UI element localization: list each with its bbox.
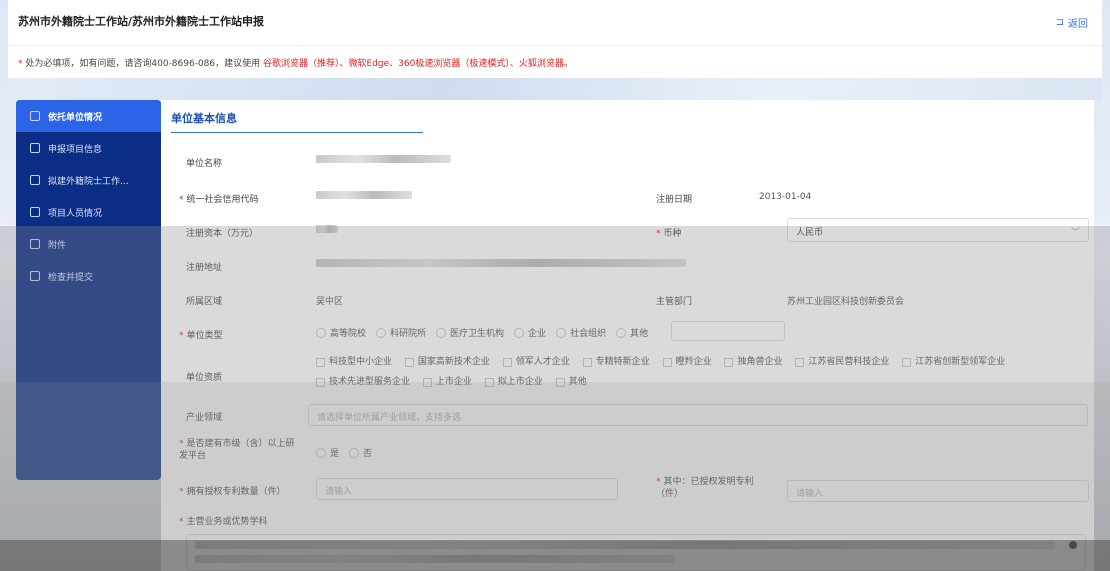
required-mark: * — [18, 59, 23, 69]
clear-icon[interactable] — [1069, 541, 1077, 549]
checkbox-tech-sme[interactable]: 科技型中小企业 — [316, 354, 392, 371]
document-icon — [30, 143, 40, 153]
invention-patent-input[interactable]: 请输入 — [787, 480, 1089, 502]
sidebar-item-project-info[interactable]: 申报项目信息 — [16, 132, 161, 164]
checkbox-high-tech[interactable]: 国家高新技术企业 — [404, 354, 490, 371]
chevron-down-icon: ﹀ — [1070, 228, 1080, 238]
qualification-checkbox-group: 科技型中小企业 国家高新技术企业 领军人才企业 专精特新企业 瞪羚企业 独角兽企… — [316, 354, 1076, 394]
browser-recommendation: 谷歌浏览器（推荐）、微软Edge、360极速浏览器（极速模式）、火狐浏览器。 — [263, 59, 573, 69]
sidebar-item-label: 项目人员情况 — [48, 208, 103, 219]
notice-text: 处为必填项，如有问题，请咨询400-8696-086，建议使用 — [25, 59, 261, 69]
checkbox-innovative-leader[interactable]: 江苏省创新型领军企业 — [902, 354, 1005, 371]
radio-university[interactable]: 高等院校 — [316, 326, 366, 339]
dept-label: 主管部门 — [656, 297, 693, 307]
checkbox-pre-listed[interactable]: 拟上市企业 — [484, 374, 543, 391]
radio-medical[interactable]: 医疗卫生机构 — [436, 326, 504, 339]
sidebar-item-workstation[interactable]: 拟建外籍院士工作... — [16, 164, 161, 196]
sidebar-item-label: 依托单位情况 — [48, 112, 103, 123]
checkbox-specialized[interactable]: 专精特新企业 — [582, 354, 650, 371]
building-icon — [30, 111, 40, 121]
credit-code-value — [316, 191, 412, 202]
section-divider — [171, 132, 423, 133]
checkbox-other[interactable]: 其他 — [555, 374, 587, 391]
region-value: 吴中区 — [316, 297, 344, 307]
dept-value: 苏州工业园区科技创新委员会 — [787, 297, 905, 307]
sidebar-item-personnel[interactable]: 项目人员情况 — [16, 196, 161, 228]
sidebar-item-submit[interactable]: 检查并提交 — [16, 260, 161, 292]
main-business-textarea[interactable] — [186, 534, 1086, 571]
unit-name-label: 单位名称 — [186, 159, 223, 169]
patent-count-placeholder: 请输入 — [325, 487, 353, 497]
checklist-icon — [30, 271, 40, 281]
main-business-label: * 主营业务或优势学科 — [179, 517, 268, 527]
reg-date-label: 注册日期 — [656, 195, 693, 205]
checkbox-listed[interactable]: 上市企业 — [422, 374, 472, 391]
radio-no[interactable]: 否 — [349, 446, 372, 459]
people-icon — [30, 175, 40, 185]
industry-select[interactable]: 请选择单位所属产业领域，支持多选 — [308, 404, 1088, 426]
back-button[interactable]: ⊐ 返回 — [1056, 15, 1088, 30]
sidebar-item-label: 检查并提交 — [48, 272, 94, 283]
form-panel: 单位基本信息 单位名称 * 统一社会信用代码 注册日期 2013-01-04 注册… — [161, 100, 1094, 571]
radio-enterprise[interactable]: 企业 — [514, 326, 546, 339]
qualification-label: 单位资质 — [186, 373, 223, 383]
back-label: 返回 — [1068, 19, 1088, 30]
patent-count-input[interactable]: 请输入 — [316, 478, 618, 500]
back-icon: ⊐ — [1055, 17, 1064, 28]
sidebar-item-label: 申报项目信息 — [48, 144, 103, 155]
invention-patent-label: * 其中：已授权发明专利（件） — [656, 477, 754, 499]
radio-research-institute[interactable]: 科研院所 — [376, 326, 426, 339]
sidebar-nav: 依托单位情况 申报项目信息 拟建外籍院士工作... 项目人员情况 附件 检查并提… — [16, 100, 161, 480]
currency-label: * 币种 — [656, 229, 682, 239]
radio-social-org[interactable]: 社会组织 — [556, 326, 606, 339]
checkbox-gazelle[interactable]: 瞪羚企业 — [662, 354, 712, 371]
sidebar-item-attachments[interactable]: 附件 — [16, 228, 161, 260]
paperclip-icon — [30, 239, 40, 249]
page-title: 苏州市外籍院士工作站/苏州市外籍院士工作站申报 — [18, 15, 265, 28]
currency-select[interactable]: 人民币 ﹀ — [787, 218, 1089, 242]
reg-address-label: 注册地址 — [186, 263, 223, 273]
credit-code-label: * 统一社会信用代码 — [179, 195, 259, 205]
currency-value: 人民币 — [796, 228, 824, 238]
unit-type-other-input[interactable] — [671, 321, 785, 341]
checkbox-unicorn[interactable]: 独角兽企业 — [724, 354, 782, 371]
invention-patent-placeholder: 请输入 — [796, 489, 824, 499]
rd-platform-label: * 是否建有市级（含）以上研发平台 — [179, 439, 295, 461]
industry-label: 产业领域 — [186, 413, 223, 423]
region-label: 所属区域 — [186, 297, 223, 307]
unit-type-label: * 单位类型 — [179, 331, 223, 341]
sidebar-item-unit-info[interactable]: 依托单位情况 — [16, 100, 161, 132]
reg-address-value — [316, 259, 686, 270]
sidebar-item-label: 附件 — [48, 240, 67, 251]
patent-count-label: * 拥有授权专利数量（件） — [179, 487, 286, 497]
sidebar-item-label: 拟建外籍院士工作... — [48, 176, 129, 187]
checkbox-advanced-service[interactable]: 技术先进型服务企业 — [316, 374, 410, 391]
section-title: 单位基本信息 — [171, 112, 237, 125]
rd-platform-radio-group: 是 否 — [316, 446, 372, 459]
page-header: 苏州市外籍院士工作站/苏州市外籍院士工作站申报 ⊐ 返回 — [8, 0, 1102, 46]
id-card-icon — [30, 207, 40, 217]
reg-date-value: 2013-01-04 — [759, 192, 812, 202]
unit-name-value — [316, 155, 451, 166]
checkbox-leading-talent[interactable]: 领军人才企业 — [502, 354, 570, 371]
unit-type-radio-group: 高等院校 科研院所 医疗卫生机构 企业 社会组织 其他 — [316, 326, 648, 339]
radio-other[interactable]: 其他 — [616, 326, 648, 339]
radio-yes[interactable]: 是 — [316, 446, 339, 459]
industry-placeholder: 请选择单位所属产业领域，支持多选 — [317, 413, 462, 423]
reg-capital-label: 注册资本（万元） — [186, 229, 259, 239]
reg-capital-value — [316, 225, 338, 236]
decorative-banner — [8, 78, 1102, 100]
page: 苏州市外籍院士工作站/苏州市外籍院士工作站申报 ⊐ 返回 * 处为必填项，如有问… — [8, 0, 1102, 571]
notice-bar: * 处为必填项，如有问题，请咨询400-8696-086，建议使用 谷歌浏览器（… — [8, 46, 1102, 78]
checkbox-private-tech[interactable]: 江苏省民营科技企业 — [795, 354, 889, 371]
